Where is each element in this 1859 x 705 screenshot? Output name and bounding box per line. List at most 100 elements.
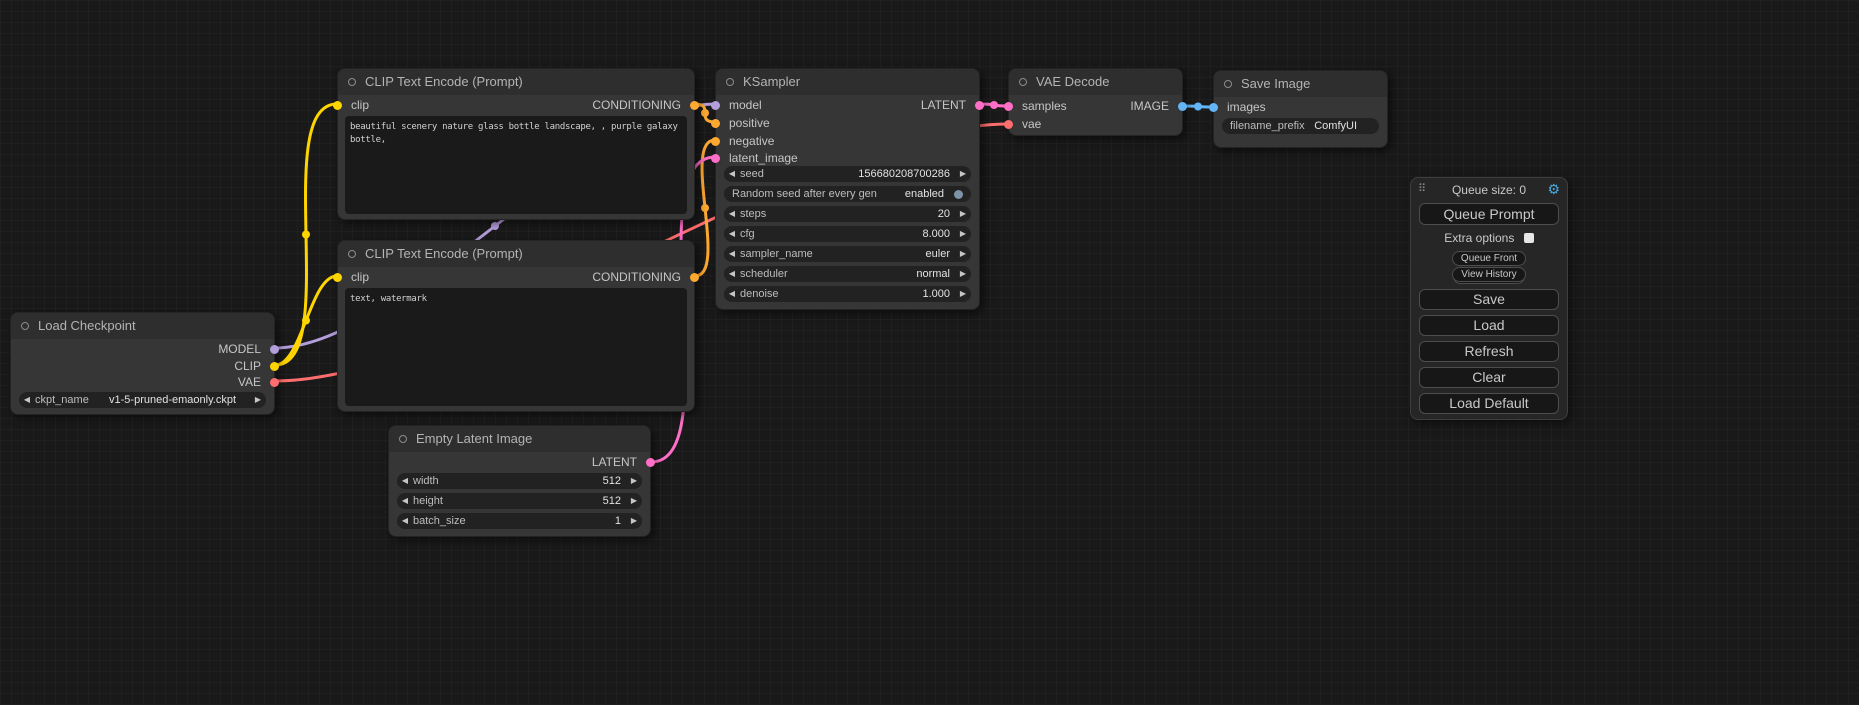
batch-size-widget[interactable]: ◀ batch_size 1 ▶ <box>397 513 642 529</box>
settings-gear-icon[interactable]: ⚙ <box>1547 181 1560 198</box>
queue-prompt-button[interactable]: Queue Prompt <box>1419 203 1559 225</box>
denoise-widget[interactable]: ◀ denoise 1.000 ▶ <box>724 286 971 302</box>
node-title-bar[interactable]: Empty Latent Image <box>389 426 650 452</box>
node-title-bar[interactable]: Save Image <box>1214 71 1387 97</box>
link-midpoint-dot <box>990 101 998 109</box>
increment-icon[interactable]: ▶ <box>955 286 971 302</box>
decrement-icon[interactable]: ◀ <box>19 392 35 408</box>
clip-output-dot[interactable] <box>270 362 279 371</box>
widget-value: v1-5-pruned-emaonly.ckpt <box>89 394 250 406</box>
node-save-image[interactable]: Save Image images filename_prefix ComfyU… <box>1213 70 1388 148</box>
scheduler-widget[interactable]: ◀ scheduler normal ▶ <box>724 266 971 282</box>
images-slot-row: images <box>1214 99 1387 116</box>
node-ksampler[interactable]: KSampler model LATENT positive negative … <box>715 68 980 310</box>
extra-options-row: Extra options <box>1411 231 1567 245</box>
latent-image-slot-row: latent_image <box>716 150 979 167</box>
images-input-dot[interactable] <box>1209 103 1218 112</box>
seed-toggle-icon[interactable] <box>954 190 963 199</box>
collapse-icon[interactable] <box>1224 80 1232 88</box>
node-title-bar[interactable]: VAE Decode <box>1009 69 1182 95</box>
increment-icon[interactable]: ▶ <box>955 166 971 182</box>
vae-input-dot[interactable] <box>1004 120 1013 129</box>
save-button[interactable]: Save <box>1419 289 1559 310</box>
decrement-icon[interactable]: ◀ <box>397 493 413 509</box>
image-output-dot[interactable] <box>1178 102 1187 111</box>
conditioning-output-dot[interactable] <box>690 101 699 110</box>
ckpt-name-widget[interactable]: ◀ ckpt_name v1-5-pruned-emaonly.ckpt ▶ <box>19 392 266 408</box>
cfg-widget[interactable]: ◀ cfg 8.000 ▶ <box>724 226 971 242</box>
node-clip-text-encode-negative[interactable]: CLIP Text Encode (Prompt) clip CONDITION… <box>337 240 695 412</box>
model-output-dot[interactable] <box>270 345 279 354</box>
clip-input-dot[interactable] <box>333 101 342 110</box>
seed-widget[interactable]: ◀ seed 156680208700286 ▶ <box>724 166 971 182</box>
decrement-icon[interactable]: ◀ <box>724 206 740 222</box>
filename-prefix-widget[interactable]: filename_prefix ComfyUI <box>1222 118 1379 134</box>
sampler-name-widget[interactable]: ◀ sampler_name euler ▶ <box>724 246 971 262</box>
collapse-icon[interactable] <box>348 78 356 86</box>
link-midpoint-dot <box>302 317 310 325</box>
node-title: CLIP Text Encode (Prompt) <box>365 74 523 89</box>
node-load-checkpoint[interactable]: Load Checkpoint MODEL CLIP VAE ◀ ckpt_na… <box>10 312 275 415</box>
decrement-icon[interactable]: ◀ <box>397 473 413 489</box>
clip-input-dot[interactable] <box>333 273 342 282</box>
vae-output-dot[interactable] <box>270 378 279 387</box>
view-history-button[interactable]: View History <box>1452 267 1525 282</box>
height-widget[interactable]: ◀ height 512 ▶ <box>397 493 642 509</box>
node-title: VAE Decode <box>1036 74 1109 89</box>
extra-options-checkbox[interactable] <box>1524 233 1534 243</box>
node-clip-text-encode-positive[interactable]: CLIP Text Encode (Prompt) clip CONDITION… <box>337 68 695 220</box>
conditioning-output-dot[interactable] <box>690 273 699 282</box>
node-title: Save Image <box>1241 76 1310 91</box>
random-seed-widget[interactable]: Random seed after every gen enabled <box>724 186 971 202</box>
increment-icon[interactable]: ▶ <box>626 513 642 529</box>
increment-icon[interactable]: ▶ <box>955 266 971 282</box>
decrement-icon[interactable]: ◀ <box>724 286 740 302</box>
link-midpoint-dot <box>701 204 709 212</box>
node-title-bar[interactable]: CLIP Text Encode (Prompt) <box>338 69 694 95</box>
node-title-bar[interactable]: Load Checkpoint <box>11 313 274 339</box>
decrement-icon[interactable]: ◀ <box>724 166 740 182</box>
widget-name: ckpt_name <box>35 394 89 406</box>
increment-icon[interactable]: ▶ <box>626 493 642 509</box>
comfy-menu-panel[interactable]: ⠿ Queue size: 0 ⚙ Queue Prompt Extra opt… <box>1410 177 1568 420</box>
prompt-textarea[interactable]: text, watermark <box>345 288 687 406</box>
node-title: KSampler <box>743 74 800 89</box>
increment-icon[interactable]: ▶ <box>955 226 971 242</box>
node-title-bar[interactable]: CLIP Text Encode (Prompt) <box>338 241 694 267</box>
latent-output-dot[interactable] <box>975 101 984 110</box>
steps-widget[interactable]: ◀ steps 20 ▶ <box>724 206 971 222</box>
collapse-icon[interactable] <box>726 78 734 86</box>
positive-input-dot[interactable] <box>711 119 720 128</box>
decrement-icon[interactable]: ◀ <box>724 266 740 282</box>
node-title-bar[interactable]: KSampler <box>716 69 979 95</box>
output-slot-vae: VAE <box>11 374 274 391</box>
collapse-icon[interactable] <box>1019 78 1027 86</box>
load-default-button[interactable]: Load Default <box>1419 393 1559 414</box>
clear-button[interactable]: Clear <box>1419 367 1559 388</box>
model-input-dot[interactable] <box>711 101 720 110</box>
collapse-icon[interactable] <box>399 435 407 443</box>
samples-input-dot[interactable] <box>1004 102 1013 111</box>
collapse-icon[interactable] <box>21 322 29 330</box>
collapse-icon[interactable] <box>348 250 356 258</box>
node-vae-decode[interactable]: VAE Decode samples IMAGE vae <box>1008 68 1183 136</box>
increment-icon[interactable]: ▶ <box>955 206 971 222</box>
increment-icon[interactable]: ▶ <box>955 246 971 262</box>
decrement-icon[interactable]: ◀ <box>397 513 413 529</box>
output-slot-clip: CLIP <box>11 358 274 375</box>
negative-input-dot[interactable] <box>711 137 720 146</box>
refresh-button[interactable]: Refresh <box>1419 341 1559 362</box>
width-widget[interactable]: ◀ width 512 ▶ <box>397 473 642 489</box>
load-button[interactable]: Load <box>1419 315 1559 336</box>
increment-icon[interactable]: ▶ <box>626 473 642 489</box>
graph-canvas[interactable]: Load Checkpoint MODEL CLIP VAE ◀ ckpt_na… <box>0 0 1859 705</box>
decrement-icon[interactable]: ◀ <box>724 246 740 262</box>
latent-output-dot[interactable] <box>646 458 655 467</box>
increment-icon[interactable]: ▶ <box>250 392 266 408</box>
latent-image-input-dot[interactable] <box>711 154 720 163</box>
decrement-icon[interactable]: ◀ <box>724 226 740 242</box>
node-empty-latent-image[interactable]: Empty Latent Image LATENT ◀ width 512 ▶ … <box>388 425 651 537</box>
prompt-textarea[interactable]: beautiful scenery nature glass bottle la… <box>345 116 687 214</box>
negative-slot-row: negative <box>716 133 979 150</box>
node-title: CLIP Text Encode (Prompt) <box>365 246 523 261</box>
